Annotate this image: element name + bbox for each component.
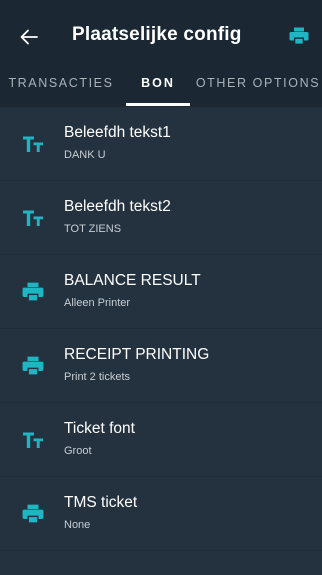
- setting-label: Ticket font: [64, 420, 135, 437]
- printer-icon: [20, 281, 46, 303]
- printer-icon: [20, 503, 46, 525]
- setting-tms-ticket[interactable]: TMS ticket None: [0, 477, 322, 551]
- text-size-icon: [20, 133, 46, 155]
- tab-bon[interactable]: BON: [122, 70, 194, 107]
- tab-label: BON: [141, 76, 175, 90]
- setting-value: DANK U: [64, 149, 106, 161]
- printer-icon: [20, 355, 46, 377]
- setting-label: TMS ticket: [64, 494, 138, 511]
- screen: Plaatselijke config TRANSACTIES BON OTHE…: [0, 0, 322, 575]
- setting-beleefdh-tekst1[interactable]: Beleefdh tekst1 DANK U: [0, 107, 322, 181]
- setting-value: TOT ZIENS: [64, 223, 122, 235]
- printer-icon: [289, 27, 309, 45]
- arrow-left-icon: [20, 29, 38, 45]
- settings-list: Beleefdh tekst1 DANK U Beleefdh tekst2 T…: [0, 107, 322, 551]
- text-size-icon: [20, 207, 46, 229]
- setting-balance-result[interactable]: BALANCE RESULT Alleen Printer: [0, 255, 322, 329]
- list-bottom-space: [0, 551, 322, 575]
- app-bar: Plaatselijke config: [0, 0, 322, 70]
- setting-ticket-font[interactable]: Ticket font Groot: [0, 403, 322, 477]
- setting-label: Beleefdh tekst2: [64, 198, 171, 215]
- text-size-icon: [20, 429, 46, 451]
- page-title: Plaatselijke config: [72, 24, 242, 45]
- setting-label: BALANCE RESULT: [64, 272, 201, 289]
- setting-receipt-printing[interactable]: RECEIPT PRINTING Print 2 tickets: [0, 329, 322, 403]
- setting-value: None: [64, 519, 91, 531]
- tab-other-options[interactable]: OTHER OPTIONS: [194, 70, 322, 107]
- setting-beleefdh-tekst2[interactable]: Beleefdh tekst2 TOT ZIENS: [0, 181, 322, 255]
- print-button[interactable]: [286, 24, 312, 48]
- back-button[interactable]: [14, 22, 44, 52]
- setting-value: Alleen Printer: [64, 297, 131, 309]
- tab-label: OTHER OPTIONS: [195, 76, 321, 90]
- tab-transacties[interactable]: TRANSACTIES: [0, 70, 122, 107]
- setting-label: RECEIPT PRINTING: [64, 346, 210, 363]
- setting-value: Print 2 tickets: [64, 371, 131, 383]
- active-tab-indicator: [126, 103, 190, 106]
- setting-value: Groot: [64, 445, 92, 457]
- tab-bar: TRANSACTIES BON OTHER OPTIONS: [0, 70, 322, 107]
- setting-label: Beleefdh tekst1: [64, 124, 171, 141]
- tab-label: TRANSACTIES: [8, 76, 114, 90]
